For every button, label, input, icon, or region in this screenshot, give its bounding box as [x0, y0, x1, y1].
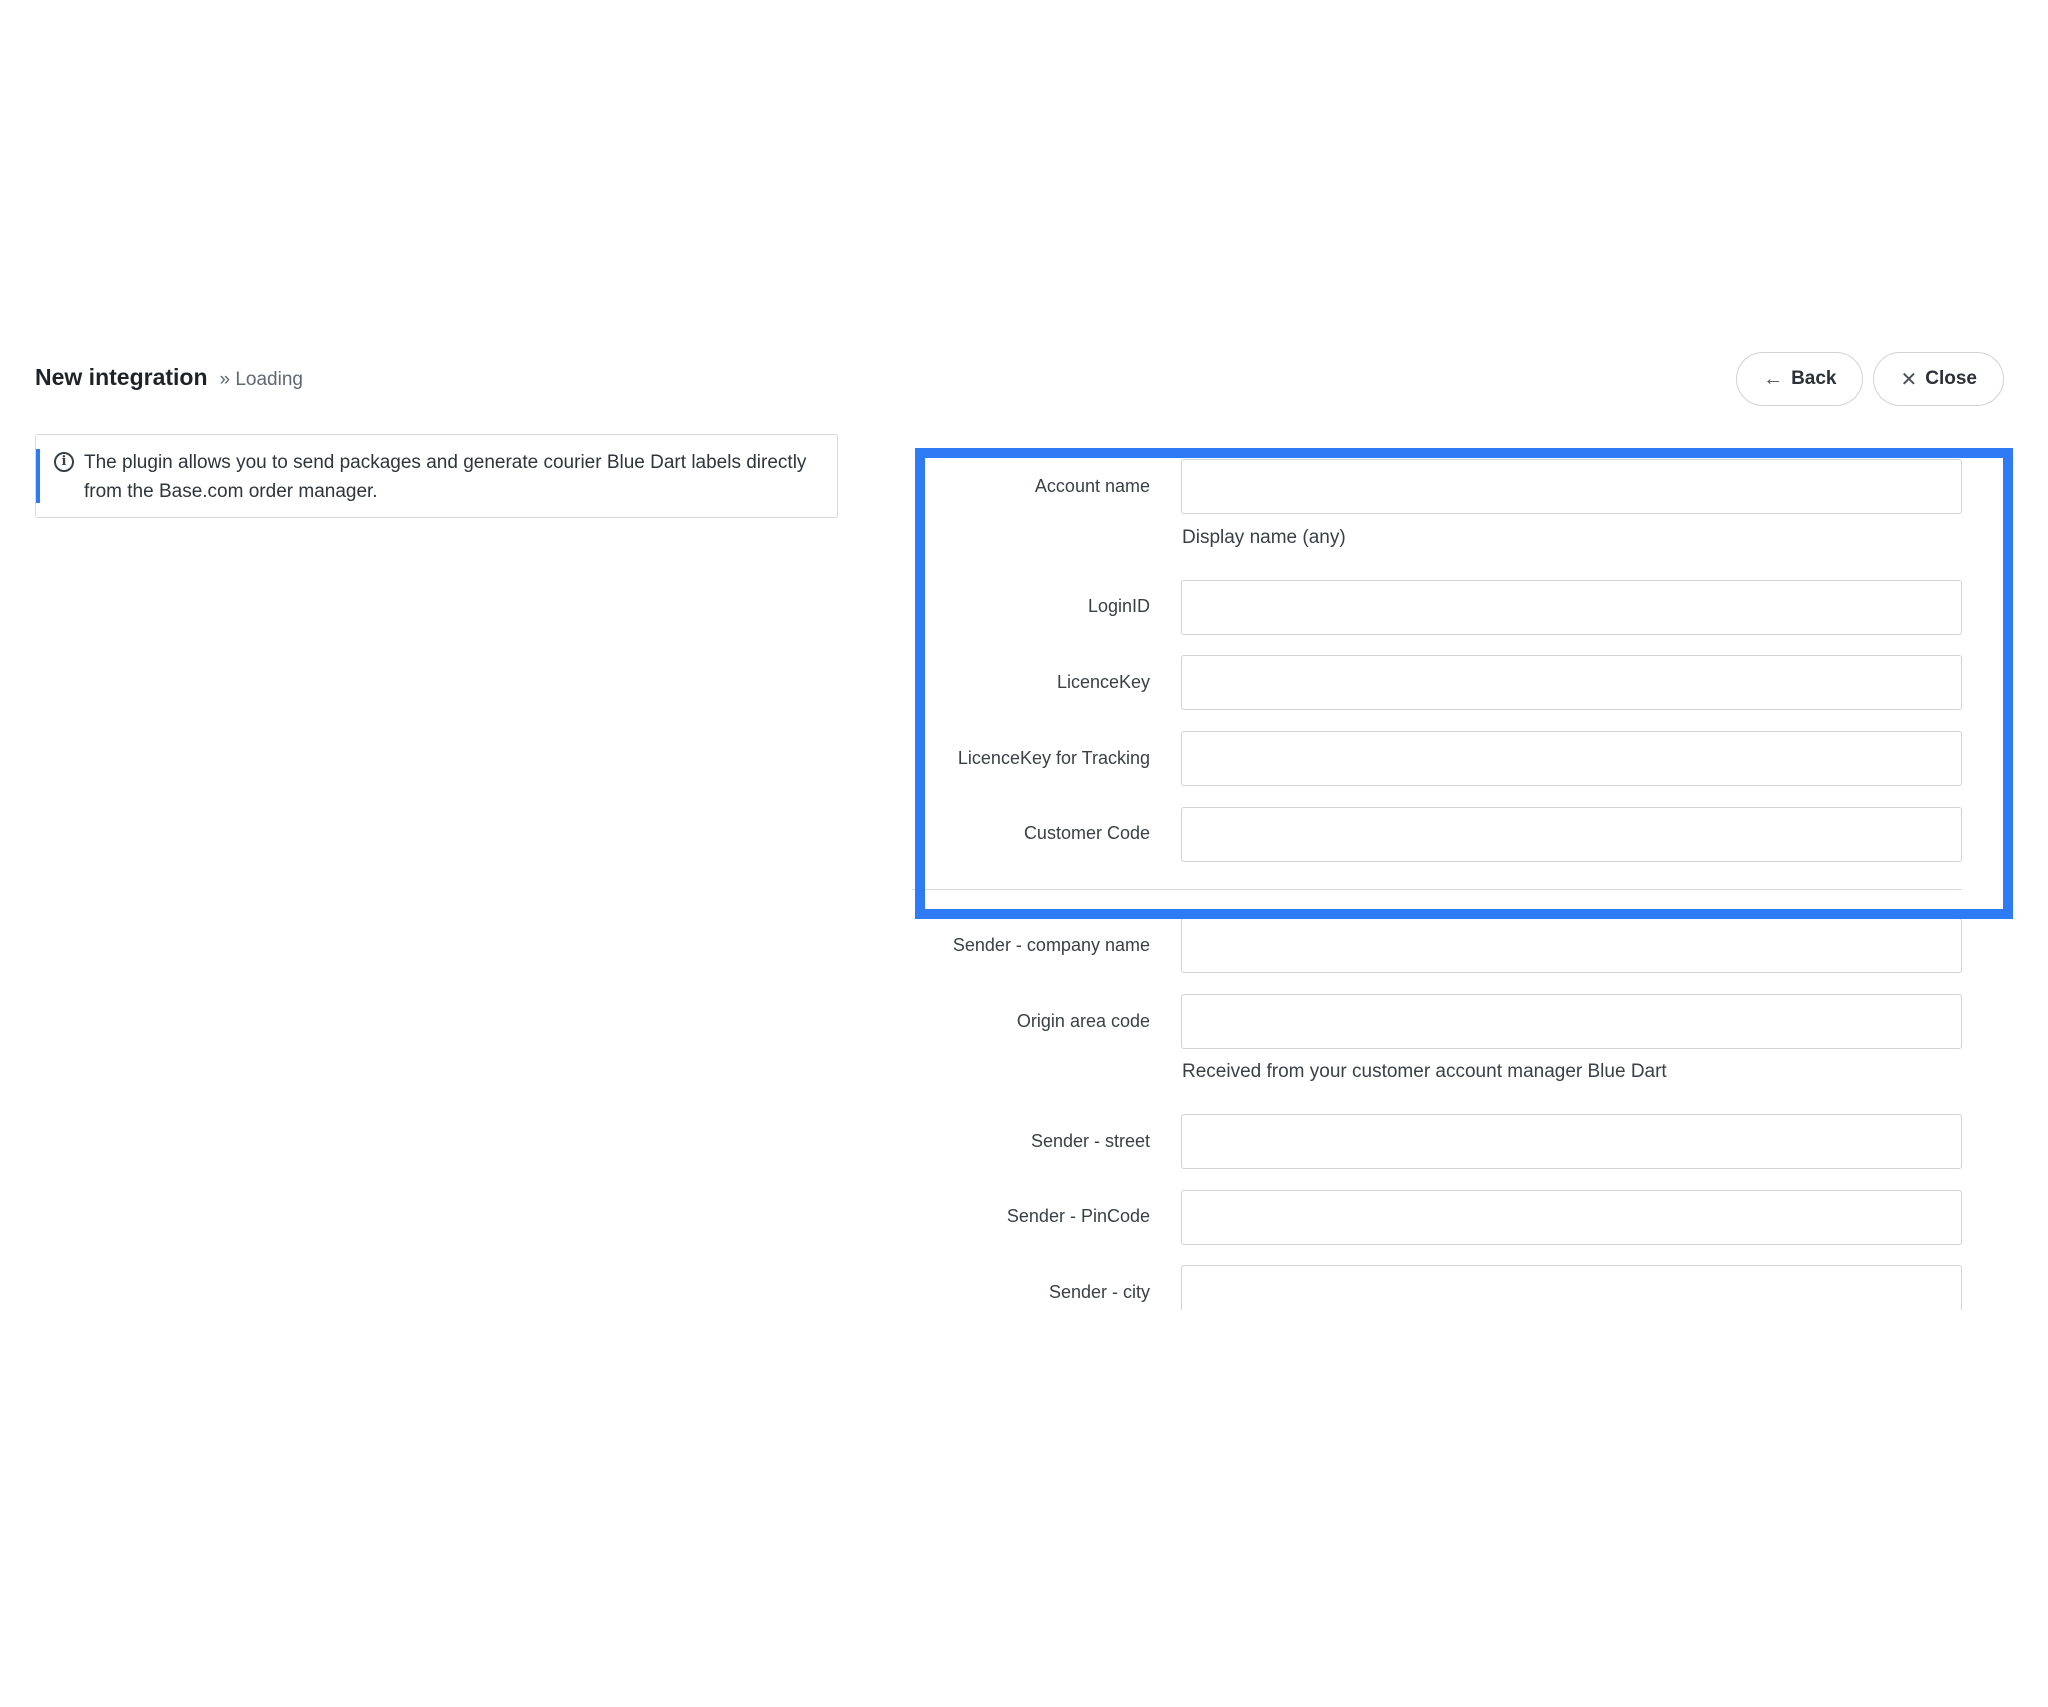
customer-code-label: Customer Code [1023, 823, 1150, 843]
origin-area-code-input[interactable] [1181, 994, 1962, 1049]
account-name-hint: Display name (any) [1182, 527, 1346, 548]
sender-street-label: Sender - street [1030, 1131, 1150, 1151]
sender-company-label: Sender - company name [952, 935, 1150, 955]
account-name-label: Account name [1034, 476, 1150, 496]
sender-city-label: Sender - city [1048, 1282, 1150, 1302]
section-divider [912, 889, 1962, 890]
licence-key-label: LicenceKey [1056, 672, 1150, 692]
licence-key-tracking-input[interactable] [1181, 731, 1962, 786]
licence-key-tracking-label: LicenceKey for Tracking [957, 748, 1150, 768]
licence-key-input[interactable] [1181, 655, 1962, 710]
origin-area-code-label: Origin area code [1016, 1011, 1150, 1031]
integration-form: Account name Display name (any) LoginID … [0, 0, 2048, 1310]
login-id-label: LoginID [1087, 596, 1150, 616]
login-id-input[interactable] [1181, 580, 1962, 635]
origin-area-code-hint: Received from your customer account mana… [1182, 1061, 1667, 1082]
customer-code-input[interactable] [1181, 807, 1962, 862]
sender-city-input[interactable] [1181, 1265, 1962, 1310]
sender-pincode-input[interactable] [1181, 1190, 1962, 1245]
sender-street-input[interactable] [1181, 1114, 1962, 1169]
account-name-input[interactable] [1181, 459, 1962, 514]
sender-pincode-label: Sender - PinCode [1006, 1206, 1150, 1226]
sender-company-input[interactable] [1181, 918, 1962, 973]
